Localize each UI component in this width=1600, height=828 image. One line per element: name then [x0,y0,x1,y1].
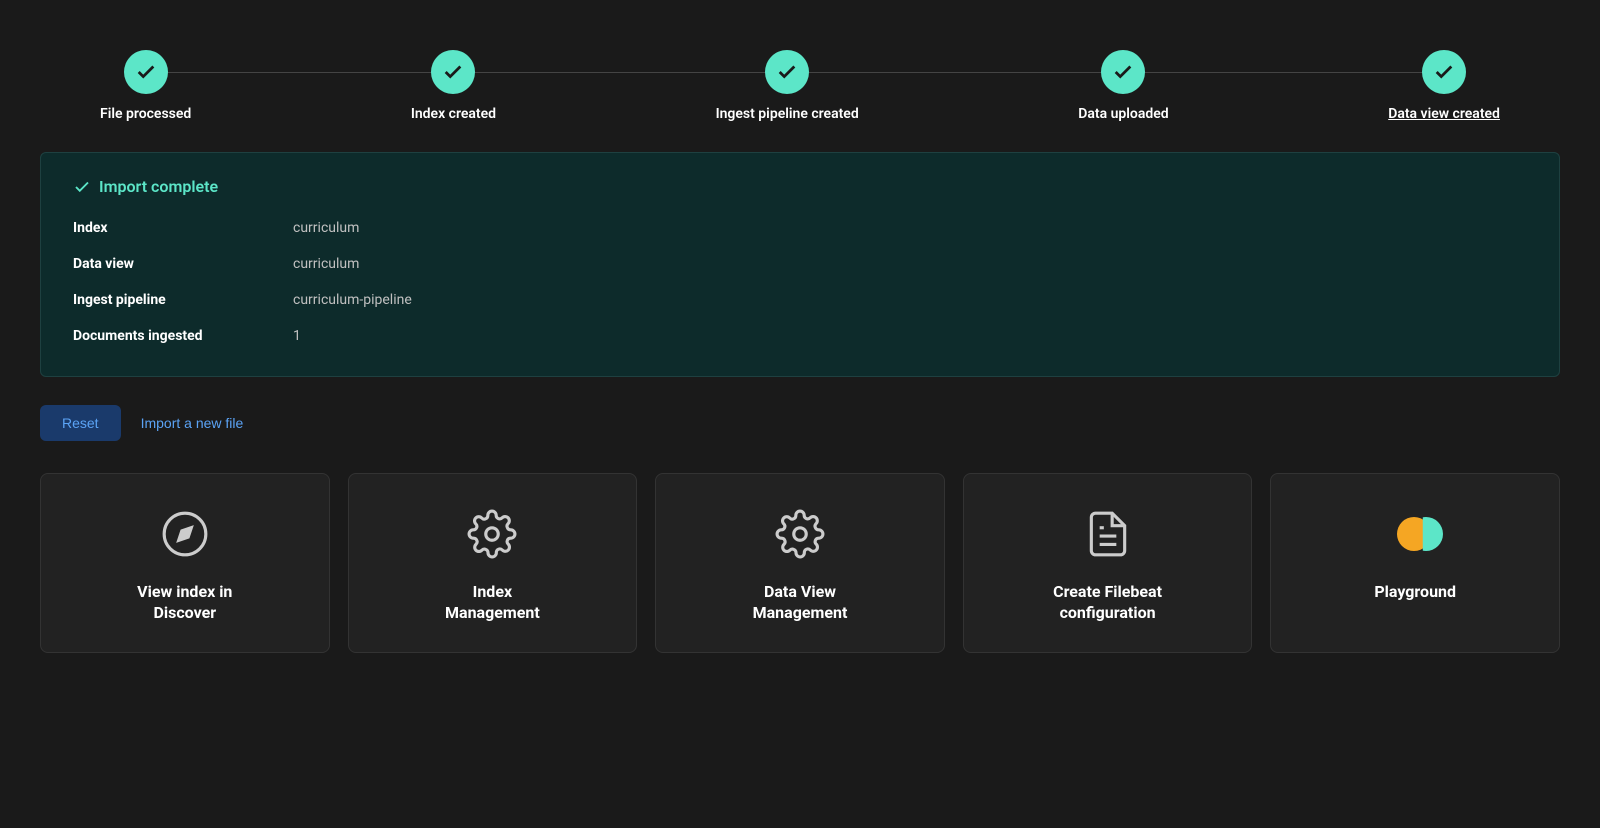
step-ingest-pipeline: Ingest pipeline created [716,50,859,122]
import-key-index: Index [73,220,293,236]
nav-card-label-playground: Playground [1374,582,1456,603]
step-circle-index-created [431,50,475,94]
import-row-docs-ingested: Documents ingested 1 [73,328,1527,344]
document-icon [1080,506,1136,562]
step-circle-file-processed [124,50,168,94]
import-value-ingest-pipeline: curriculum-pipeline [293,292,412,308]
reset-button[interactable]: Reset [40,405,121,441]
nav-card-data-view-mgmt[interactable]: Data ViewManagement [655,473,945,653]
step-label-file-processed: File processed [100,106,191,122]
import-key-data-view: Data view [73,256,293,272]
import-status: Import complete [73,177,1527,196]
import-value-data-view: curriculum [293,256,359,272]
playground-icon [1387,506,1443,562]
compass-icon [157,506,213,562]
import-row-data-view: Data view curriculum [73,256,1527,272]
import-panel: Import complete Index curriculum Data vi… [40,152,1560,377]
import-new-button[interactable]: Import a new file [141,415,244,431]
nav-card-discover[interactable]: View index inDiscover [40,473,330,653]
nav-card-filebeat[interactable]: Create Filebeatconfiguration [963,473,1253,653]
step-label-data-uploaded: Data uploaded [1078,106,1168,122]
gear-icon [464,506,520,562]
step-index-created: Index created [411,50,496,122]
nav-cards: View index inDiscover IndexManagement Da… [40,473,1560,653]
action-buttons: Reset Import a new file [40,405,1560,441]
step-file-processed: File processed [100,50,191,122]
nav-card-label-filebeat: Create Filebeatconfiguration [1053,582,1162,624]
gear2-icon [772,506,828,562]
step-data-uploaded: Data uploaded [1078,50,1168,122]
step-circle-ingest-pipeline [765,50,809,94]
step-label-ingest-pipeline: Ingest pipeline created [716,106,859,122]
nav-card-index-mgmt[interactable]: IndexManagement [348,473,638,653]
import-row-index: Index curriculum [73,220,1527,236]
import-key-docs-ingested: Documents ingested [73,328,293,344]
nav-card-label-data-view-mgmt: Data ViewManagement [753,582,848,624]
nav-card-label-discover: View index inDiscover [137,582,232,624]
step-circle-data-uploaded [1101,50,1145,94]
import-status-label: Import complete [99,177,218,196]
step-label-data-view-created: Data view created [1388,106,1500,122]
check-icon [73,178,91,196]
import-row-ingest-pipeline: Ingest pipeline curriculum-pipeline [73,292,1527,308]
nav-card-playground[interactable]: Playground [1270,473,1560,653]
import-details: Index curriculum Data view curriculum In… [73,220,1527,344]
step-label-index-created: Index created [411,106,496,122]
step-circle-data-view-created [1422,50,1466,94]
import-key-ingest-pipeline: Ingest pipeline [73,292,293,308]
import-value-index: curriculum [293,220,359,236]
import-value-docs-ingested: 1 [293,328,301,344]
nav-card-label-index-mgmt: IndexManagement [445,582,540,624]
step-data-view-created[interactable]: Data view created [1388,50,1500,122]
progress-steps: File processed Index created Ingest pipe… [40,30,1560,152]
